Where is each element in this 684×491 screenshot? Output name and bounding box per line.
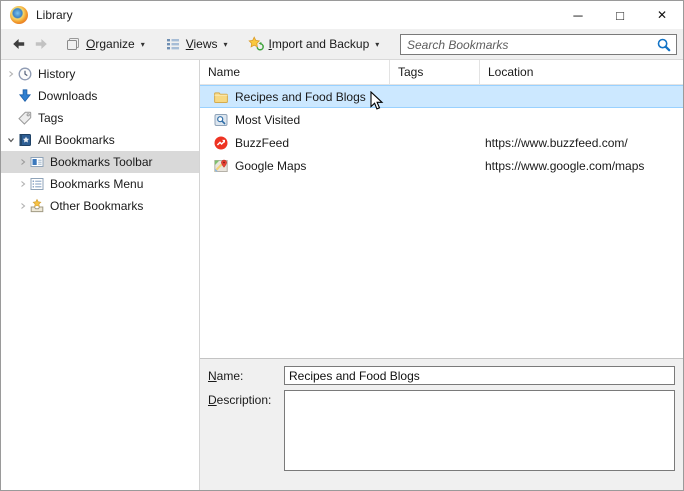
list-item-recipes-folder[interactable]: Recipes and Food Blogs [200,85,683,108]
library-window: Library ─ □ ✕ Organize ▾ [0,0,684,491]
chevron-expanded-icon[interactable] [5,134,17,146]
buzzfeed-favicon [213,135,229,151]
sidebar-item-bookmarks-toolbar[interactable]: Bookmarks Toolbar [1,151,199,173]
list-item-google-maps[interactable]: Google Maps https://www.google.com/maps [200,154,683,177]
bookmark-location: https://www.buzzfeed.com/ [480,136,683,150]
sidebar-item-label: Bookmarks Toolbar [50,155,153,169]
mouse-cursor [370,91,384,112]
organize-button[interactable]: Organize ▾ [61,34,149,54]
sidebar-item-history[interactable]: History [1,63,199,85]
bookmarks-list: Recipes and Food Blogs Most Visited Buzz… [200,85,683,358]
close-button[interactable]: ✕ [641,1,683,29]
tags-icon [17,110,33,126]
downloads-icon [17,88,33,104]
list-item-buzzfeed[interactable]: BuzzFeed https://www.buzzfeed.com/ [200,131,683,154]
bookmark-name: Most Visited [235,113,300,127]
bookmarks-menu-icon [29,176,45,192]
maximize-button[interactable]: □ [599,1,641,29]
views-icon [165,36,181,52]
views-label: Views [186,37,218,51]
chevron-down-icon: ▾ [141,40,145,49]
sidebar-item-label: All Bookmarks [38,133,115,147]
smart-folder-icon [213,112,229,128]
organize-icon [65,36,81,52]
sidebar-item-bookmarks-menu[interactable]: Bookmarks Menu [1,173,199,195]
history-icon [17,66,33,82]
bookmark-name: BuzzFeed [235,136,289,150]
bookmark-name: Recipes and Food Blogs [235,90,366,104]
chevron-right-icon[interactable] [17,156,29,168]
import-backup-icon [248,36,264,52]
description-label: Description: [208,390,284,474]
main-pane: Name Tags Location Recipes and Food Blog… [200,60,683,490]
details-pane: Name: Description: [200,358,683,490]
sidebar: History Downloads Tags All Bookmarks Boo… [1,60,200,490]
chevron-right-icon[interactable] [17,178,29,190]
all-bookmarks-icon [17,132,33,148]
google-maps-favicon [213,158,229,174]
sidebar-item-tags[interactable]: Tags [1,107,199,129]
name-label: Name: [208,366,284,385]
sidebar-item-label: Bookmarks Menu [50,177,143,191]
organize-label: Organize [86,37,135,51]
sidebar-item-label: Other Bookmarks [50,199,143,213]
search-box [400,34,677,55]
list-header: Name Tags Location [200,60,683,85]
search-input[interactable] [401,38,652,52]
name-field[interactable] [284,366,675,385]
chevron-down-icon: ▾ [224,40,228,49]
import-backup-button[interactable]: Import and Backup ▾ [244,34,384,54]
other-bookmarks-icon [29,198,45,214]
titlebar: Library ─ □ ✕ [1,1,683,29]
firefox-icon [10,6,28,24]
column-header-location[interactable]: Location [480,60,683,84]
sidebar-item-all-bookmarks[interactable]: All Bookmarks [1,129,199,151]
chevron-right-icon[interactable] [17,200,29,212]
views-button[interactable]: Views ▾ [161,34,232,54]
list-item-most-visited[interactable]: Most Visited [200,108,683,131]
caption-buttons: ─ □ ✕ [557,1,683,29]
column-header-tags[interactable]: Tags [390,60,480,84]
sidebar-item-other-bookmarks[interactable]: Other Bookmarks [1,195,199,217]
column-header-name[interactable]: Name [200,60,390,84]
toolbar: Organize ▾ Views ▾ Import and Backup ▾ [1,29,683,60]
bookmarks-toolbar-icon [29,154,45,170]
forward-icon [33,36,49,52]
sidebar-item-label: Tags [38,111,63,125]
search-icon[interactable] [652,37,676,53]
sidebar-item-downloads[interactable]: Downloads [1,85,199,107]
sidebar-item-label: History [38,67,75,81]
back-icon [11,36,27,52]
bookmark-name: Google Maps [235,159,306,173]
back-button[interactable] [11,36,27,52]
chevron-right-icon[interactable] [5,68,17,80]
bookmark-location: https://www.google.com/maps [480,159,683,173]
description-field[interactable] [284,390,675,471]
minimize-button[interactable]: ─ [557,1,599,29]
import-backup-label: Import and Backup [269,37,370,51]
forward-button[interactable] [33,36,49,52]
sidebar-item-label: Downloads [38,89,97,103]
folder-icon [213,89,229,105]
chevron-down-icon: ▾ [375,40,379,49]
window-title: Library [36,8,73,22]
